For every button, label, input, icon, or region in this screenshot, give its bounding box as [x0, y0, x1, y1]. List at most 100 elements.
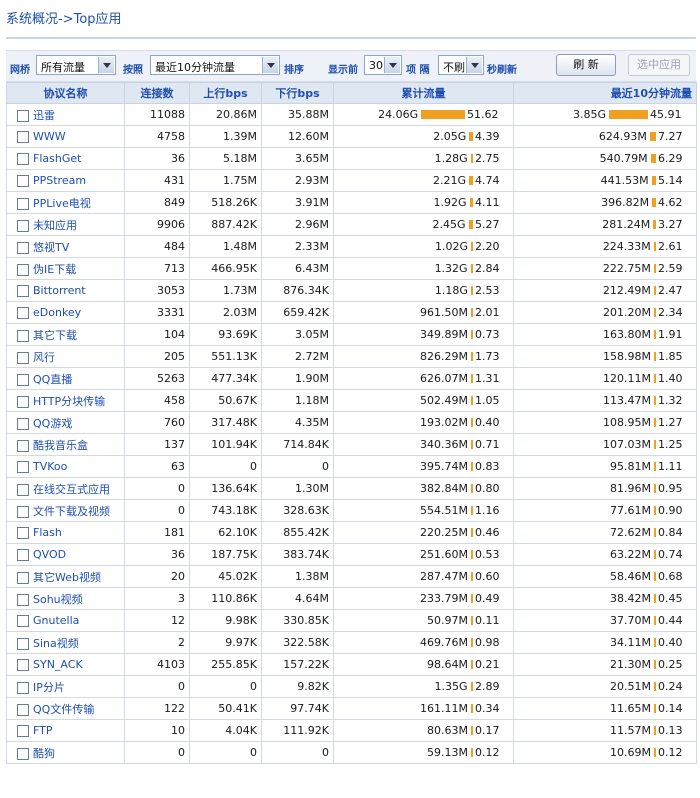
- row-checkbox[interactable]: [17, 725, 29, 737]
- app-name-link[interactable]: FTP: [33, 724, 53, 737]
- row-checkbox[interactable]: [17, 637, 29, 650]
- row-checkbox[interactable]: [17, 571, 29, 584]
- app-name-link[interactable]: eDonkey: [33, 306, 81, 319]
- percent-bar: [654, 462, 656, 471]
- column-header-name[interactable]: 协议名称: [6, 82, 125, 104]
- column-header-down[interactable]: 下行bps: [261, 82, 334, 104]
- row-checkbox[interactable]: [17, 527, 29, 539]
- app-name-link[interactable]: Bittorrent: [33, 284, 86, 297]
- app-name-link[interactable]: 未知应用: [33, 219, 77, 232]
- refresh-interval-select[interactable]: 不刷: [438, 55, 484, 75]
- row-checkbox[interactable]: [17, 461, 29, 473]
- app-name-link[interactable]: FlashGet: [33, 152, 81, 165]
- apply-selected-button[interactable]: 选中应用: [628, 54, 690, 76]
- refresh-button[interactable]: 刷 新: [556, 54, 616, 76]
- recent-flow-cell: 20.51M 0.24: [513, 675, 697, 698]
- row-checkbox[interactable]: [17, 285, 29, 297]
- row-checkbox[interactable]: [17, 483, 29, 496]
- top-apps-table: 协议名称 连接数 上行bps 下行bps 累计流量 最近10分钟流量 迅雷 110…: [6, 82, 697, 764]
- app-name-link[interactable]: HTTP分块传输: [33, 395, 105, 408]
- app-name-link[interactable]: 酷我音乐盒: [33, 439, 88, 452]
- row-checkbox[interactable]: [17, 307, 29, 319]
- app-name-link[interactable]: 其它Web视频: [33, 571, 101, 584]
- percent-bar: [471, 638, 473, 647]
- row-checkbox[interactable]: [17, 659, 29, 671]
- percent-bar: [652, 198, 656, 207]
- upstream-bps-cell: 110.86K: [189, 587, 262, 610]
- recent-flow-cell: 624.93M 7.27: [513, 125, 697, 148]
- app-name-link[interactable]: 其它下载: [33, 329, 77, 342]
- conn-count-cell: 4103: [124, 653, 190, 676]
- app-name-link[interactable]: SYN_ACK: [33, 658, 83, 671]
- app-name-link[interactable]: QVOD: [33, 548, 66, 561]
- row-checkbox[interactable]: [17, 593, 29, 606]
- total-flow-cell: 1.02G 2.20: [333, 235, 514, 258]
- row-checkbox[interactable]: [17, 175, 29, 187]
- app-name-link[interactable]: QQ游戏: [33, 417, 72, 430]
- app-name-link[interactable]: QQ文件传输: [33, 703, 94, 716]
- row-checkbox[interactable]: [17, 615, 29, 627]
- bridge-select[interactable]: 所有流量: [36, 55, 116, 75]
- app-name-link[interactable]: IP分片: [33, 681, 65, 694]
- row-checkbox[interactable]: [17, 351, 29, 364]
- row-checkbox[interactable]: [17, 747, 29, 760]
- row-checkbox[interactable]: [17, 681, 29, 694]
- recent-flow-cell-percent: 0.45: [658, 592, 683, 605]
- conn-count-cell: 63: [124, 455, 190, 478]
- app-name-link[interactable]: 伪IE下载: [33, 263, 76, 276]
- app-name-cell: QQ文件传输: [6, 697, 125, 720]
- row-checkbox[interactable]: [17, 505, 29, 518]
- row-checkbox[interactable]: [17, 197, 29, 210]
- upstream-bps-cell: 1.75M: [189, 169, 262, 192]
- total-flow-cell-percent: 4.74: [475, 174, 500, 187]
- row-checkbox[interactable]: [17, 109, 29, 122]
- row-checkbox[interactable]: [17, 153, 29, 165]
- app-name-link[interactable]: 风行: [33, 351, 55, 364]
- conn-count-cell: 9906: [124, 213, 190, 236]
- app-name-link[interactable]: PPStream: [33, 174, 86, 187]
- row-checkbox[interactable]: [17, 241, 29, 254]
- row-checkbox[interactable]: [17, 263, 29, 276]
- column-header-up[interactable]: 上行bps: [189, 82, 262, 104]
- table-row: 风行 205 551.13K 2.72M 826.29M 1.73 158.98M 1.85: [6, 345, 697, 368]
- app-name-link[interactable]: Sina视频: [33, 637, 79, 650]
- recent-flow-cell-percent: 1.85: [658, 350, 683, 363]
- app-name-link[interactable]: Sohu视频: [33, 593, 83, 606]
- downstream-bps-cell: 659.42K: [261, 301, 334, 324]
- total-flow-cell-value: 340.36M: [420, 438, 468, 451]
- app-name-link[interactable]: 文件下载及视频: [33, 505, 110, 518]
- app-name-link[interactable]: TVKoo: [33, 460, 67, 473]
- app-name-link[interactable]: Flash: [33, 526, 62, 539]
- refresh-interval-value: 不刷: [443, 61, 465, 74]
- row-checkbox[interactable]: [17, 373, 29, 386]
- recent-flow-cell-percent: 1.11: [658, 460, 683, 473]
- app-name-link[interactable]: 在线交互式应用: [33, 483, 110, 496]
- bridge-label: 网桥: [10, 65, 30, 76]
- row-checkbox[interactable]: [17, 417, 29, 430]
- column-header-conn[interactable]: 连接数: [124, 82, 190, 104]
- app-name-link[interactable]: QQ直播: [33, 373, 72, 386]
- percent-bar: [651, 176, 656, 185]
- row-checkbox[interactable]: [17, 549, 29, 561]
- column-header-total[interactable]: 累计流量: [333, 82, 514, 104]
- column-header-recent[interactable]: 最近10分钟流量: [513, 82, 697, 104]
- app-name-link[interactable]: 迅雷: [33, 109, 55, 122]
- row-checkbox[interactable]: [17, 703, 29, 716]
- show-count-select[interactable]: 30: [364, 55, 402, 75]
- app-name-link[interactable]: WWW: [33, 130, 66, 143]
- row-checkbox[interactable]: [17, 395, 29, 408]
- row-checkbox[interactable]: [17, 329, 29, 342]
- app-name-link[interactable]: 酷狗: [33, 747, 55, 760]
- app-name-cell: QQ直播: [6, 367, 125, 390]
- app-name-link[interactable]: Gnutella: [33, 614, 79, 627]
- total-flow-cell-value: 1.32G: [434, 262, 468, 275]
- sort-select[interactable]: 最近10分钟流量: [150, 55, 280, 75]
- row-checkbox[interactable]: [17, 219, 29, 232]
- total-flow-cell-percent: 0.40: [475, 416, 500, 429]
- app-name-link[interactable]: 悠视TV: [33, 241, 69, 254]
- row-checkbox[interactable]: [17, 439, 29, 452]
- recent-flow-cell-value: 37.70M: [610, 614, 651, 627]
- app-name-cell: 伪IE下载: [6, 257, 125, 280]
- row-checkbox[interactable]: [17, 131, 29, 143]
- app-name-link[interactable]: PPLive电视: [33, 197, 91, 210]
